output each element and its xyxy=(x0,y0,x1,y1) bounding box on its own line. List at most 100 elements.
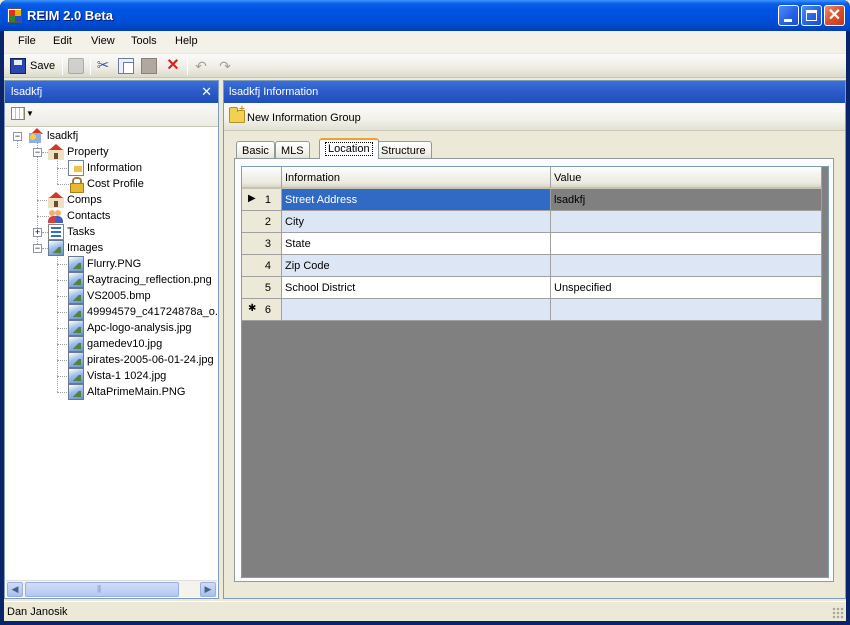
minimize-button[interactable] xyxy=(778,5,799,26)
tree-node-image-file[interactable]: AltaPrimeMain.PNG xyxy=(5,384,218,400)
house-icon xyxy=(48,144,64,160)
menu-help[interactable]: Help xyxy=(175,35,198,47)
value-cell[interactable] xyxy=(551,233,822,255)
undo-icon[interactable]: ↶ xyxy=(193,58,209,74)
view-options-icon[interactable] xyxy=(11,107,25,120)
tree-node-comps[interactable]: Comps xyxy=(5,192,218,208)
value-cell[interactable] xyxy=(551,211,822,233)
tree-node-image-file[interactable]: pirates-2005-06-01-24.jpg xyxy=(5,352,218,368)
tree-node-images[interactable]: − Images xyxy=(5,240,218,256)
tree-node-cost-profile[interactable]: Cost Profile xyxy=(5,176,218,193)
app-window: REIM 2.0 Beta ✕ File Edit View Tools Hel… xyxy=(0,0,850,625)
toolbar: Save ✂ ✕ ↶ ↷ xyxy=(4,54,846,78)
row-number: 2 xyxy=(264,216,271,228)
value-cell[interactable]: Unspecified xyxy=(551,277,822,299)
menu-view[interactable]: View xyxy=(91,35,115,47)
row-number: 4 xyxy=(264,260,271,272)
row-header[interactable]: 3 xyxy=(242,233,282,255)
information-cell[interactable]: Street Address xyxy=(282,189,551,211)
expand-icon[interactable]: + xyxy=(33,228,42,237)
information-cell[interactable]: Zip Code xyxy=(282,255,551,277)
menu-edit[interactable]: Edit xyxy=(53,35,72,47)
row-header[interactable]: 5 xyxy=(242,277,282,299)
dropdown-arrow-icon[interactable]: ▼ xyxy=(26,109,34,118)
value-cell[interactable]: lsadkfj xyxy=(551,189,822,211)
close-button[interactable]: ✕ xyxy=(824,5,845,26)
column-header-value[interactable]: Value xyxy=(551,167,822,189)
row-header[interactable]: 2 xyxy=(242,211,282,233)
image-file-icon xyxy=(68,352,84,368)
title-bar[interactable]: REIM 2.0 Beta ✕ xyxy=(0,0,850,31)
tree-node-label: Flurry.PNG xyxy=(87,258,142,270)
information-cell[interactable]: City xyxy=(282,211,551,233)
menu-tools[interactable]: Tools xyxy=(131,35,157,47)
tree-node-contacts[interactable]: Contacts xyxy=(5,208,218,224)
tree-node-label: Apc-logo-analysis.jpg xyxy=(87,322,192,334)
tree-node-label: 49994579_c41724878a_o. xyxy=(87,306,218,318)
grid-new-row: ✱ 6 xyxy=(242,299,824,321)
tree-node-label: pirates-2005-06-01-24.jpg xyxy=(87,354,214,366)
cut-icon[interactable]: ✂ xyxy=(95,58,111,74)
status-bar: Dan Janosik xyxy=(4,601,846,621)
toolbar-separator xyxy=(62,58,63,75)
scroll-right-icon[interactable]: ▶ xyxy=(200,582,216,597)
delete-icon[interactable]: ✕ xyxy=(165,58,181,74)
new-information-group-button[interactable]: New Information Group xyxy=(226,104,366,129)
tab-basic[interactable]: Basic xyxy=(236,141,275,159)
tree-node-image-file[interactable]: Vista-1 1024.jpg xyxy=(5,368,218,384)
tree-toolbar: ▼ xyxy=(5,103,218,127)
tree-node-root[interactable]: − lsadkfj xyxy=(5,128,218,144)
value-cell[interactable] xyxy=(551,299,822,321)
row-header[interactable]: ✱ 6 xyxy=(242,299,282,321)
collapse-icon[interactable]: − xyxy=(33,148,42,157)
row-header-corner[interactable] xyxy=(242,167,282,189)
resize-grip[interactable] xyxy=(832,607,844,619)
tree-node-property[interactable]: − Property xyxy=(5,144,218,160)
value-cell[interactable] xyxy=(551,255,822,277)
panel-close-icon[interactable]: ✕ xyxy=(201,84,212,100)
location-tab-page: Information Value ▶ 1 Street Address lsadkf… xyxy=(234,158,834,582)
redo-icon[interactable]: ↷ xyxy=(217,58,233,74)
scroll-thumb[interactable] xyxy=(25,582,179,597)
tab-label: Basic xyxy=(242,145,269,157)
new-row-icon: ✱ xyxy=(248,303,257,314)
copy-icon[interactable] xyxy=(118,58,134,74)
tab-location[interactable]: Location xyxy=(319,138,379,159)
scroll-left-icon[interactable]: ◀ xyxy=(7,582,23,597)
tree-node-image-file[interactable]: 49994579_c41724878a_o. xyxy=(5,304,218,320)
tab-mls[interactable]: MLS xyxy=(275,141,310,159)
tree-node-information[interactable]: Information xyxy=(5,160,218,176)
menu-file[interactable]: File xyxy=(18,35,36,47)
tree-node-label: Tasks xyxy=(67,226,96,238)
toolbar-separator xyxy=(90,58,91,75)
information-cell[interactable]: School District xyxy=(282,277,551,299)
collapse-icon[interactable]: − xyxy=(33,244,42,253)
information-cell[interactable] xyxy=(282,299,551,321)
paste-icon[interactable] xyxy=(141,58,157,74)
tree-node-tasks[interactable]: + Tasks xyxy=(5,224,218,240)
save-button[interactable]: Save xyxy=(7,55,57,76)
tree-node-image-file[interactable]: gamedev10.jpg xyxy=(5,336,218,352)
column-header-information[interactable]: Information xyxy=(282,167,551,189)
grid-row: ▶ 1 Street Address lsadkfj xyxy=(242,189,824,211)
tasks-icon xyxy=(48,224,64,240)
collapse-icon[interactable]: − xyxy=(13,132,22,141)
explorer-panel: lsadkfj ✕ ▼ − lsadkfj − Property Informa… xyxy=(4,80,219,599)
grid-row: 5 School District Unspecified xyxy=(242,277,824,299)
row-header[interactable]: ▶ 1 xyxy=(242,189,282,211)
tree-node-image-file[interactable]: Apc-logo-analysis.jpg xyxy=(5,320,218,336)
tree-node-image-file[interactable]: Raytracing_reflection.png xyxy=(5,272,218,288)
row-header[interactable]: 4 xyxy=(242,255,282,277)
tree-node-label: Cost Profile xyxy=(87,178,144,190)
tree-node-label: Raytracing_reflection.png xyxy=(87,274,212,286)
horizontal-scrollbar[interactable]: ◀ ▶ xyxy=(6,580,217,597)
tab-structure[interactable]: Structure xyxy=(375,141,432,159)
tree-node-label: VS2005.bmp xyxy=(87,290,151,302)
maximize-button[interactable] xyxy=(801,5,822,26)
new-folder-icon xyxy=(229,104,245,123)
tree-node-image-file[interactable]: VS2005.bmp xyxy=(5,288,218,304)
row-number: 6 xyxy=(264,304,271,316)
tree-node-image-file[interactable]: Flurry.PNG xyxy=(5,256,218,272)
information-cell[interactable]: State xyxy=(282,233,551,255)
print-icon[interactable] xyxy=(68,58,84,74)
